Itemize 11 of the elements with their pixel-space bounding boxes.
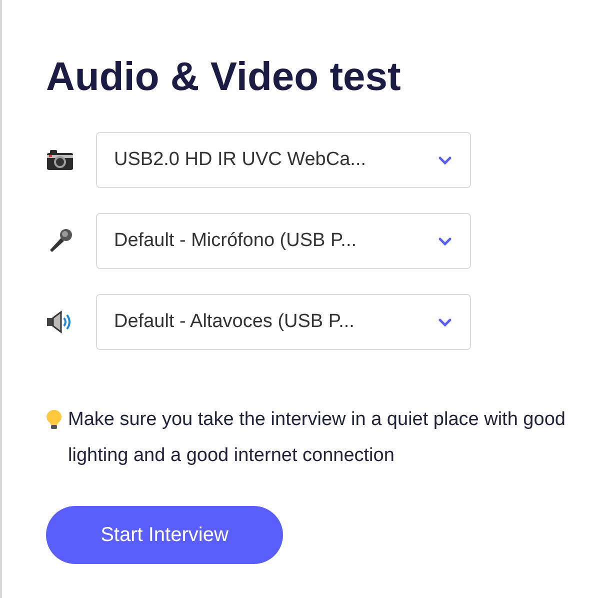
chevron-down-icon [438, 318, 452, 326]
device-select[interactable]: Default - Altavoces (USB P... [96, 294, 471, 350]
page-title: Audio & Video test [46, 54, 402, 101]
device-select[interactable]: Default - Micrófono (USB P... [96, 213, 471, 269]
start-interview-button[interactable]: Start Interview [46, 506, 283, 564]
device-select[interactable]: USB2.0 HD IR UVC WebCa... [96, 132, 471, 188]
tip-text: Make sure you take the interview in a quiet place with good lighting and a good internet connection [68, 408, 566, 468]
chevron-down-icon [438, 156, 452, 164]
chevron-down-icon [438, 236, 452, 246]
light-bulb-icon [46, 409, 62, 431]
camera-icon [46, 149, 74, 171]
